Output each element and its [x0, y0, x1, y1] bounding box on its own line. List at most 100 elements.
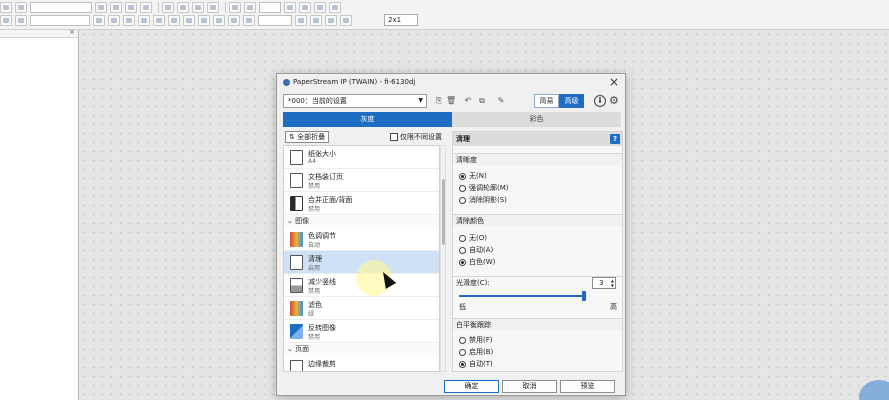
toolbar-button[interactable] [340, 15, 352, 26]
toolbar-button[interactable] [138, 15, 150, 26]
radio-wb-disabled[interactable]: 禁用(F) [459, 335, 493, 346]
toolbar-button[interactable] [229, 2, 241, 13]
radio-remove-white[interactable]: 白色(W) [459, 257, 495, 268]
toolbar-combo[interactable] [258, 15, 292, 26]
spin-arrows-icon[interactable]: ▲ ▼ [611, 278, 614, 288]
radio-wb-auto[interactable]: 自动(T) [459, 359, 493, 370]
toolbar-button[interactable] [183, 15, 195, 26]
cancel-button[interactable]: 取消 [502, 380, 557, 393]
toolbar-button[interactable] [192, 2, 204, 13]
close-icon[interactable]: × [69, 28, 75, 36]
mode-advanced-button[interactable]: 高级 [559, 94, 584, 108]
section-page[interactable]: ⌄ 页面 [284, 344, 439, 355]
toolbar-button[interactable] [162, 2, 174, 13]
radio-sharpness-shadow[interactable]: 消除阴影(S) [459, 195, 507, 206]
info-icon[interactable]: i [594, 95, 606, 107]
sharpness-section: 清晰度 [453, 153, 622, 165]
toolbar-button[interactable] [213, 15, 225, 26]
toolbar-button[interactable] [207, 2, 219, 13]
toolbar-button[interactable] [295, 15, 307, 26]
radio-wb-enabled[interactable]: 启用(B) [459, 347, 493, 358]
toolbar-button[interactable] [140, 2, 152, 13]
delete-icon[interactable]: 🗑 [446, 96, 456, 106]
radio-button[interactable] [459, 259, 466, 266]
list-item-tone[interactable]: 色调调节 自动 [284, 228, 439, 251]
radio-button[interactable] [459, 235, 466, 242]
toolbar-button[interactable] [15, 2, 27, 13]
profile-select[interactable]: *000：当前的设置 ▼ [283, 94, 427, 108]
list-item-edge-crop[interactable]: 边缘裁剪 [284, 356, 439, 371]
toolbar-button[interactable] [243, 15, 255, 26]
toolbar-button[interactable] [198, 15, 210, 26]
toolbar-button[interactable] [228, 15, 240, 26]
list-item-dropout[interactable]: 滤色 绿 [284, 297, 439, 320]
only-diff-checkbox[interactable]: 仅限不同设置 [390, 132, 442, 142]
toolbar-button[interactable] [153, 15, 165, 26]
toolbar-button[interactable] [314, 2, 326, 13]
radio-button[interactable] [459, 247, 466, 254]
slider-handle[interactable] [582, 291, 586, 301]
radio-label: 强调轮廓(M) [469, 184, 509, 192]
toolbar-button[interactable] [329, 2, 341, 13]
toolbar-button[interactable] [125, 2, 137, 13]
ok-button[interactable]: 确定 [444, 380, 499, 393]
toolbar-combo[interactable] [259, 2, 281, 13]
toolbar-button[interactable] [108, 15, 120, 26]
undo-icon[interactable]: ↶ [463, 96, 473, 106]
toolbar-button[interactable] [110, 2, 122, 13]
radio-button[interactable] [459, 185, 466, 192]
help-icon[interactable]: ? [610, 134, 620, 144]
radio-button[interactable] [459, 197, 466, 204]
toolbar-combo[interactable] [30, 2, 92, 13]
radio-button[interactable] [459, 349, 466, 356]
smoothness-stepper[interactable]: 3 ▲ ▼ [592, 277, 616, 289]
radio-remove-auto[interactable]: 自动(A) [459, 245, 493, 256]
list-scrollbar[interactable] [440, 145, 446, 372]
dialog-title: PaperStream IP (TWAIN) - fi-6130dj [293, 78, 416, 86]
list-item-paper-size[interactable]: 纸张大小 A4 [284, 146, 439, 169]
radio-sharpness-edge[interactable]: 强调轮廓(M) [459, 183, 509, 194]
toolbar-button[interactable] [168, 15, 180, 26]
section-image[interactable]: ⌄ 图像 [284, 216, 439, 227]
preview-button[interactable]: 预览 [560, 380, 615, 393]
collapse-all-button[interactable]: ⇅ 全部折叠 [285, 131, 330, 143]
close-button[interactable]: × [609, 75, 619, 89]
toolbar-button[interactable] [244, 2, 256, 13]
toolbar-button[interactable] [299, 2, 311, 13]
toolbar-button[interactable] [93, 15, 105, 26]
feature-value: 自动 [308, 242, 321, 249]
list-item-binding[interactable]: 文档装订页 禁用 [284, 169, 439, 192]
scrollbar-thumb[interactable] [442, 179, 445, 245]
radio-remove-none[interactable]: 无(O) [459, 233, 487, 244]
toolbar-combo[interactable] [30, 15, 90, 26]
checkbox-box[interactable] [390, 133, 398, 141]
tone-icon [290, 232, 303, 247]
toolbar-button[interactable] [284, 2, 296, 13]
toolbar-button[interactable] [177, 2, 189, 13]
radio-button[interactable] [459, 337, 466, 344]
list-item-merge-sides[interactable]: 合并正面/背面 禁用 [284, 192, 439, 215]
tab-grayscale[interactable]: 灰度 [283, 112, 452, 127]
gear-icon[interactable]: ⚙ [609, 94, 619, 107]
radio-sharpness-none[interactable]: 无(N) [459, 171, 487, 182]
edit-icon[interactable]: ✎ [496, 96, 506, 106]
save-profile-icon[interactable]: ⎘ [434, 96, 444, 106]
toolbar-button[interactable] [0, 15, 12, 26]
toolbar-button[interactable] [0, 2, 12, 13]
toolbar-button[interactable] [123, 15, 135, 26]
scanner-dialog: PaperStream IP (TWAIN) - fi-6130dj × *00… [276, 73, 626, 396]
smoothness-slider[interactable] [459, 295, 584, 297]
document-icon [290, 173, 303, 188]
toolbar-button[interactable] [15, 15, 27, 26]
zoom-select[interactable]: 2x1 [384, 14, 418, 26]
copy-icon[interactable]: ⧉ [477, 96, 487, 106]
radio-button[interactable] [459, 173, 466, 180]
toolbar-button[interactable] [325, 15, 337, 26]
tab-color[interactable]: 彩色 [452, 112, 621, 127]
toolbar-button[interactable] [95, 2, 107, 13]
mode-basic-button[interactable]: 简易 [534, 94, 559, 108]
radio-label: 启用(B) [469, 348, 494, 356]
toolbar-button[interactable] [310, 15, 322, 26]
list-item-invert[interactable]: 反转图像 禁用 [284, 320, 439, 343]
radio-button[interactable] [459, 361, 466, 368]
